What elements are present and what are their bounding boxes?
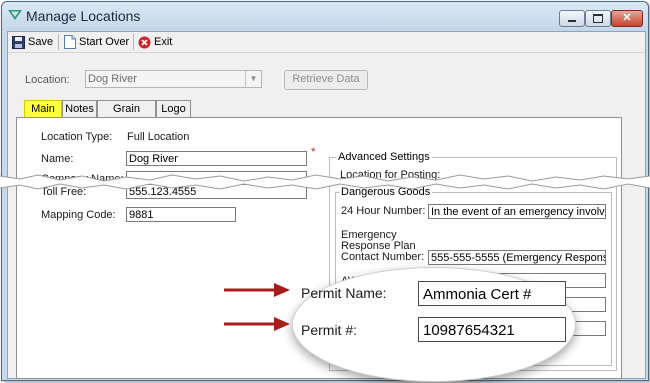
floppy-disk-icon — [12, 35, 25, 49]
arrow-icons — [224, 283, 290, 331]
hour24-field[interactable]: In the event of an emergency involving d… — [428, 204, 606, 219]
location-type-label: Location Type: — [41, 131, 113, 143]
mapping-code-field[interactable]: 9881 — [126, 207, 236, 222]
title-bar[interactable]: Manage Locations ✕ — [2, 2, 648, 30]
chevron-down-icon[interactable]: ▼ — [245, 71, 261, 87]
location-select[interactable]: Dog River ▼ — [85, 70, 262, 88]
maximize-icon — [593, 14, 603, 23]
location-type-value: Full Location — [127, 131, 190, 143]
maximize-button[interactable] — [585, 10, 611, 27]
blank-document-icon — [64, 35, 76, 49]
minimize-button[interactable] — [559, 10, 585, 27]
save-button[interactable]: Save — [12, 34, 53, 50]
start-over-button[interactable]: Start Over — [64, 34, 129, 50]
permit-name-label: Permit Name: — [301, 285, 387, 301]
tab-grain-notes[interactable]: Grain Notes — [97, 100, 156, 131]
advanced-settings-title: Advanced Settings — [336, 151, 432, 163]
tab-notes[interactable]: Notes — [62, 100, 97, 118]
arrow-right-icon — [224, 283, 290, 297]
magnifier-callout: Permit Name: Ammonia Cert # Permit #: 10… — [292, 267, 576, 382]
name-field[interactable]: Dog River — [126, 151, 307, 166]
save-label: Save — [28, 36, 54, 48]
close-icon: ✕ — [622, 12, 632, 24]
retrieve-data-button[interactable]: Retrieve Data — [284, 70, 368, 90]
location-select-value: Dog River — [88, 73, 137, 85]
hour24-label: 24 Hour Number: — [341, 205, 426, 217]
permit-name-field[interactable]: Ammonia Cert # — [418, 281, 566, 306]
torn-edge-divider — [0, 174, 650, 190]
tab-logo[interactable]: Logo — [156, 100, 191, 118]
permit-number-field[interactable]: 10987654321 — [418, 317, 566, 342]
tab-main[interactable]: Main — [24, 100, 62, 118]
toolbar-separator — [133, 34, 134, 50]
exit-label: Exit — [154, 36, 173, 48]
exit-icon — [138, 36, 151, 48]
location-label: Location: — [25, 74, 70, 86]
app-logo-icon — [8, 10, 22, 20]
start-over-label: Start Over — [79, 36, 130, 48]
close-window-button[interactable]: ✕ — [611, 10, 643, 27]
mapping-code-label: Mapping Code: — [41, 209, 116, 221]
window-title: Manage Locations — [26, 8, 141, 24]
required-marker: * — [311, 146, 316, 158]
minimize-icon — [568, 20, 576, 22]
exit-button[interactable]: Exit — [138, 34, 172, 50]
toolbar-separator — [58, 34, 59, 50]
arrow-right-icon — [224, 317, 290, 331]
erp-label-line3: Contact Number: — [341, 251, 425, 263]
name-label: Name: — [41, 153, 74, 165]
toolbar: Save Start Over Exit — [8, 32, 645, 53]
erp-contact-field[interactable]: 555-555-5555 (Emergency Response Plan Co… — [428, 250, 606, 265]
permit-number-label: Permit #: — [301, 322, 358, 338]
